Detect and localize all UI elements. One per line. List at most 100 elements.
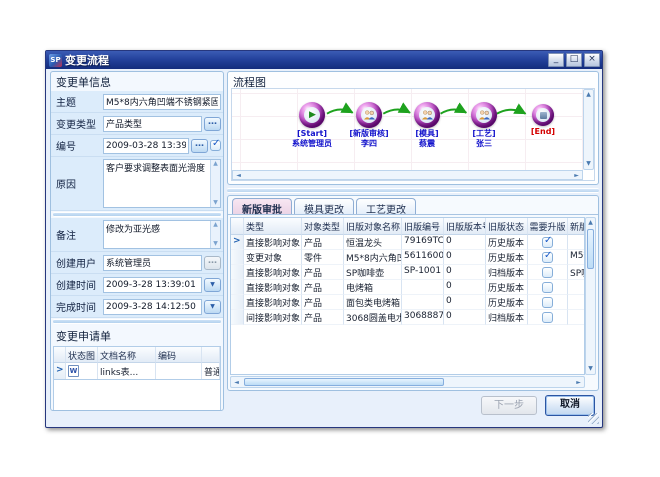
scroll-up-icon[interactable]: ▲ — [586, 218, 595, 228]
people-icon — [478, 110, 491, 120]
flow-chart-area: ▶ [Start] 系统管理员 [ — [231, 88, 595, 181]
flow-chart-panel: 流程图 ▶ — [227, 71, 599, 185]
maximize-button[interactable]: □ — [566, 53, 582, 67]
grid-vscrollbar[interactable]: ▲ ▼ — [585, 217, 596, 375]
number-row: 编号 … — [51, 135, 223, 157]
col-obj-type[interactable]: 对象类型 — [302, 218, 344, 235]
request-list-table: 状态图 文档名称 编码 > W links表... 普通 — [53, 346, 221, 380]
scroll-up-icon[interactable]: ▲ — [584, 90, 593, 100]
minimize-button[interactable]: _ — [548, 53, 564, 67]
table-row[interactable]: 变更对象 零件 M5*8内六角凹... 5611600 0 历史版本 M5*8 — [231, 250, 584, 265]
creator-label: 创建用户 — [53, 255, 103, 270]
scroll-thumb[interactable] — [244, 378, 444, 386]
scroll-up-icon[interactable]: ▲ — [213, 160, 218, 168]
col-old-status[interactable]: 旧版状态 — [486, 218, 528, 235]
needs-upgrade-checkbox[interactable] — [542, 282, 553, 293]
col-status-icon[interactable]: 状态图 — [66, 347, 98, 363]
close-button[interactable]: × — [584, 53, 600, 67]
needs-upgrade-checkbox[interactable] — [542, 267, 553, 278]
splitter[interactable] — [53, 212, 221, 217]
table-row[interactable]: 直接影响对象 产品 面包类电烤箱 0 历史版本 — [231, 295, 584, 310]
needs-upgrade-checkbox[interactable] — [542, 312, 553, 323]
grid-hscrollbar[interactable]: ◄ ► — [230, 376, 585, 388]
table-row[interactable]: > W links表... 普通 — [54, 363, 220, 379]
scroll-left-icon[interactable]: ◄ — [231, 379, 242, 386]
next-button[interactable]: 下一步 — [481, 396, 537, 415]
needs-upgrade-checkbox[interactable] — [542, 297, 553, 308]
reason-textarea[interactable]: 客户要求调整表面光滑度 ▲ ▼ — [103, 159, 221, 208]
col-code[interactable]: 编码 — [156, 347, 202, 363]
grid-header: 类型 对象类型 旧版对象名称 旧版编号 旧版版本号 旧版状态 需要升版 新版 — [231, 218, 584, 235]
tab-process-change[interactable]: 工艺更改 — [356, 198, 416, 214]
flow-node-new-version-review[interactable]: [新版审核] 李四 — [340, 102, 398, 148]
people-icon — [421, 110, 434, 120]
finish-time-input[interactable] — [103, 299, 202, 315]
scroll-right-icon[interactable]: ► — [573, 379, 584, 386]
titlebar[interactable]: SP 变更流程 _ □ × — [46, 51, 602, 69]
tab-mold-change[interactable]: 模具更改 — [294, 198, 354, 214]
table-row[interactable]: 直接影响对象 产品 SP咖啡壶 SP-1001 0 归档版本 SP咖 — [231, 265, 584, 280]
create-time-input[interactable] — [103, 277, 202, 293]
subject-row: 主题 — [51, 91, 223, 113]
scroll-down-icon[interactable]: ▼ — [213, 199, 218, 207]
splitter[interactable] — [227, 188, 599, 193]
flow-hscrollbar[interactable]: ◄ ► — [232, 170, 583, 180]
col-new[interactable]: 新版 — [568, 218, 584, 235]
flow-node-process[interactable]: [工艺] 张三 — [455, 102, 513, 148]
remark-textarea[interactable]: 修改为亚光感 ▲ ▼ — [103, 220, 221, 249]
table-row[interactable]: 直接影响对象 产品 电烤箱 0 历史版本 — [231, 280, 584, 295]
scroll-down-icon[interactable]: ▼ — [213, 240, 218, 248]
resize-grip[interactable] — [588, 413, 599, 424]
remark-row: 备注 修改为亚光感 ▲ ▼ — [51, 218, 223, 252]
col-old-name[interactable]: 旧版对象名称 — [344, 218, 402, 235]
start-icon: ▶ — [309, 111, 316, 120]
col-old-ver[interactable]: 旧版版本号 — [444, 218, 486, 235]
finish-time-row: 完成时间 ▼ — [51, 296, 223, 318]
subject-input[interactable] — [103, 94, 221, 110]
flow-node-start[interactable]: ▶ [Start] 系统管理员 — [283, 102, 341, 148]
scroll-down-icon[interactable]: ▼ — [584, 159, 593, 169]
people-icon — [363, 110, 376, 120]
reason-row: 原因 客户要求调整表面光滑度 ▲ ▼ — [51, 157, 223, 211]
remark-scrollbar[interactable]: ▲ ▼ — [210, 221, 220, 248]
change-type-input[interactable] — [103, 116, 202, 132]
chevron-down-icon[interactable]: ▼ — [204, 300, 221, 314]
reason-label: 原因 — [53, 176, 103, 191]
flow-node-mold[interactable]: [模具] 蔡震 — [398, 102, 456, 148]
reason-scrollbar[interactable]: ▲ ▼ — [210, 160, 220, 207]
scroll-right-icon[interactable]: ► — [571, 172, 582, 179]
number-checkbox[interactable] — [210, 140, 221, 151]
col-old-no[interactable]: 旧版编号 — [402, 218, 444, 235]
browse-icon[interactable]: … — [191, 139, 208, 153]
col-needs-upgrade[interactable]: 需要升版 — [528, 218, 568, 235]
needs-upgrade-checkbox[interactable] — [542, 252, 553, 263]
table-row[interactable]: 间接影响对象 产品 3068圆盖电水壶 3068887 0 归档版本 — [231, 310, 584, 325]
table-row[interactable]: > 直接影响对象 产品 恒温龙头 79169TC 0 历史版本 — [231, 235, 584, 250]
browse-icon[interactable]: … — [204, 117, 221, 131]
end-icon — [540, 112, 547, 119]
subject-label: 主题 — [53, 94, 103, 109]
tab-new-version-approval[interactable]: 新版审批 — [232, 198, 292, 214]
needs-upgrade-checkbox[interactable] — [542, 237, 553, 248]
client-area: 变更单信息 主题 变更类型 … 编号 … — [47, 69, 601, 426]
row-indicator-icon: > — [233, 236, 241, 246]
flow-chart-canvas[interactable]: ▶ [Start] 系统管理员 [ — [232, 89, 583, 170]
number-input[interactable] — [103, 138, 189, 154]
col-doc-name[interactable]: 文档名称 — [98, 347, 156, 363]
splitter[interactable] — [53, 319, 221, 324]
browse-icon[interactable]: … — [204, 256, 221, 270]
scroll-up-icon[interactable]: ▲ — [213, 221, 218, 229]
approval-tabs-panel: 新版审批 模具更改 工艺更改 类型 对象类型 旧版对象名称 旧版编号 旧版版本号… — [227, 195, 599, 391]
col-type[interactable]: 类型 — [244, 218, 302, 235]
change-type-row: 变更类型 … — [51, 113, 223, 135]
flow-vscrollbar[interactable]: ▲ ▼ — [583, 89, 594, 170]
chevron-down-icon[interactable]: ▼ — [204, 278, 221, 292]
scroll-thumb[interactable] — [587, 229, 594, 269]
scroll-down-icon[interactable]: ▼ — [586, 364, 595, 374]
tab-strip: 新版审批 模具更改 工艺更改 — [228, 196, 598, 215]
creator-input[interactable] — [103, 255, 202, 271]
create-time-row: 创建时间 ▼ — [51, 274, 223, 296]
flow-node-end[interactable]: [End] — [514, 104, 572, 136]
scroll-left-icon[interactable]: ◄ — [233, 172, 244, 179]
status-cell: 普通 — [202, 363, 220, 379]
